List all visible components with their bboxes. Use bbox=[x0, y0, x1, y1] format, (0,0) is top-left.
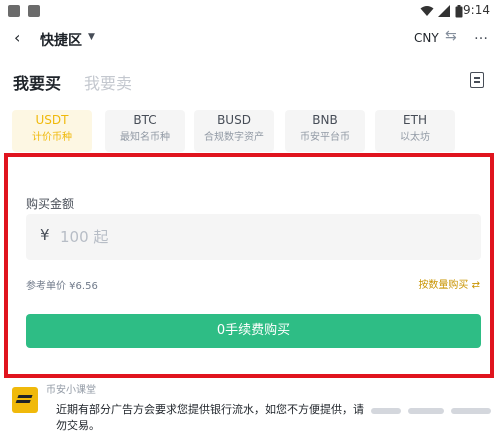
tab-buy[interactable]: 我要买 bbox=[13, 70, 61, 94]
coin-description: 合规数字资产 bbox=[204, 132, 264, 143]
coin-symbol: BTC bbox=[133, 113, 157, 127]
coin-tabs: USDT 计价币种 BTC 最知名币种 BUSD 合规数字资产 BNB 币安平台… bbox=[12, 110, 500, 152]
coin-tab-busd[interactable]: BUSD 合规数字资产 bbox=[194, 110, 274, 152]
wifi-icon bbox=[420, 6, 434, 16]
tab-sell[interactable]: 我要卖 bbox=[84, 70, 132, 94]
blurred-content bbox=[451, 408, 491, 414]
clock: 9:14 bbox=[463, 3, 490, 17]
binance-logo-icon bbox=[12, 387, 38, 413]
app-notification-icon bbox=[28, 5, 40, 17]
more-icon[interactable]: … bbox=[474, 27, 489, 43]
amount-field[interactable]: ¥ bbox=[26, 214, 481, 260]
currency-symbol: ¥ bbox=[40, 226, 50, 244]
battery-icon bbox=[455, 5, 463, 18]
coin-description: 计价币种 bbox=[32, 132, 72, 143]
status-bar: 9:14 bbox=[0, 0, 500, 22]
page-title[interactable]: 快捷区 bbox=[40, 30, 82, 50]
amount-input[interactable] bbox=[60, 222, 460, 252]
coin-tab-usdt[interactable]: USDT 计价币种 bbox=[12, 110, 92, 152]
blurred-content bbox=[408, 408, 444, 414]
coin-symbol: ETH bbox=[403, 113, 427, 127]
cell-signal-icon bbox=[438, 5, 450, 17]
coin-description: 最知名币种 bbox=[120, 132, 170, 143]
coin-tab-btc[interactable]: BTC 最知名币种 bbox=[105, 110, 185, 152]
coin-description: 以太坊 bbox=[400, 132, 430, 143]
coin-tab-eth[interactable]: ETH 以太坊 bbox=[375, 110, 455, 152]
swap-icon[interactable]: ⇆ bbox=[445, 28, 457, 44]
mode-tabs: 我要买 我要卖 bbox=[0, 68, 500, 96]
notification-icon bbox=[8, 5, 20, 17]
currency-selector[interactable]: CNY bbox=[414, 31, 439, 45]
buy-by-quantity-link[interactable]: 按数量购买 ⇄ bbox=[418, 276, 480, 291]
coin-symbol: BUSD bbox=[217, 113, 251, 127]
coin-symbol: BNB bbox=[312, 113, 338, 127]
coin-tab-bnb[interactable]: BNB 币安平台币 bbox=[285, 110, 365, 152]
coin-description: 币安平台币 bbox=[300, 132, 350, 143]
notice-box[interactable]: 近期有部分广告方会要求您提供银行流水，如您不方便提供，请勿交易。 bbox=[46, 396, 500, 440]
buy-button[interactable]: 0手续费购买 bbox=[26, 314, 481, 348]
back-arrow-icon[interactable]: ‹ bbox=[14, 28, 20, 47]
app-bar: ‹ 快捷区 ▼ CNY ⇆ … bbox=[0, 24, 500, 54]
orders-icon[interactable] bbox=[470, 72, 484, 88]
amount-label: 购买金额 bbox=[26, 197, 75, 211]
purchase-card: 购买金额 ¥ 参考单价 ¥6.56 按数量购买 ⇄ 0手续费购买 bbox=[16, 157, 490, 374]
coin-symbol: USDT bbox=[35, 113, 69, 127]
notice-text: 近期有部分广告方会要求您提供银行流水，如您不方便提供，请勿交易。 bbox=[56, 403, 364, 432]
blurred-content bbox=[371, 408, 401, 414]
highlight-frame: 购买金额 ¥ 参考单价 ¥6.56 按数量购买 ⇄ 0手续费购买 bbox=[4, 153, 494, 378]
reference-price: 参考单价 ¥6.56 bbox=[26, 281, 98, 292]
lesson-notice: 币安小课堂 近期有部分广告方会要求您提供银行流水，如您不方便提供，请勿交易。 bbox=[0, 380, 500, 446]
chevron-down-icon[interactable]: ▼ bbox=[88, 32, 95, 42]
lesson-title: 币安小课堂 bbox=[46, 385, 96, 396]
